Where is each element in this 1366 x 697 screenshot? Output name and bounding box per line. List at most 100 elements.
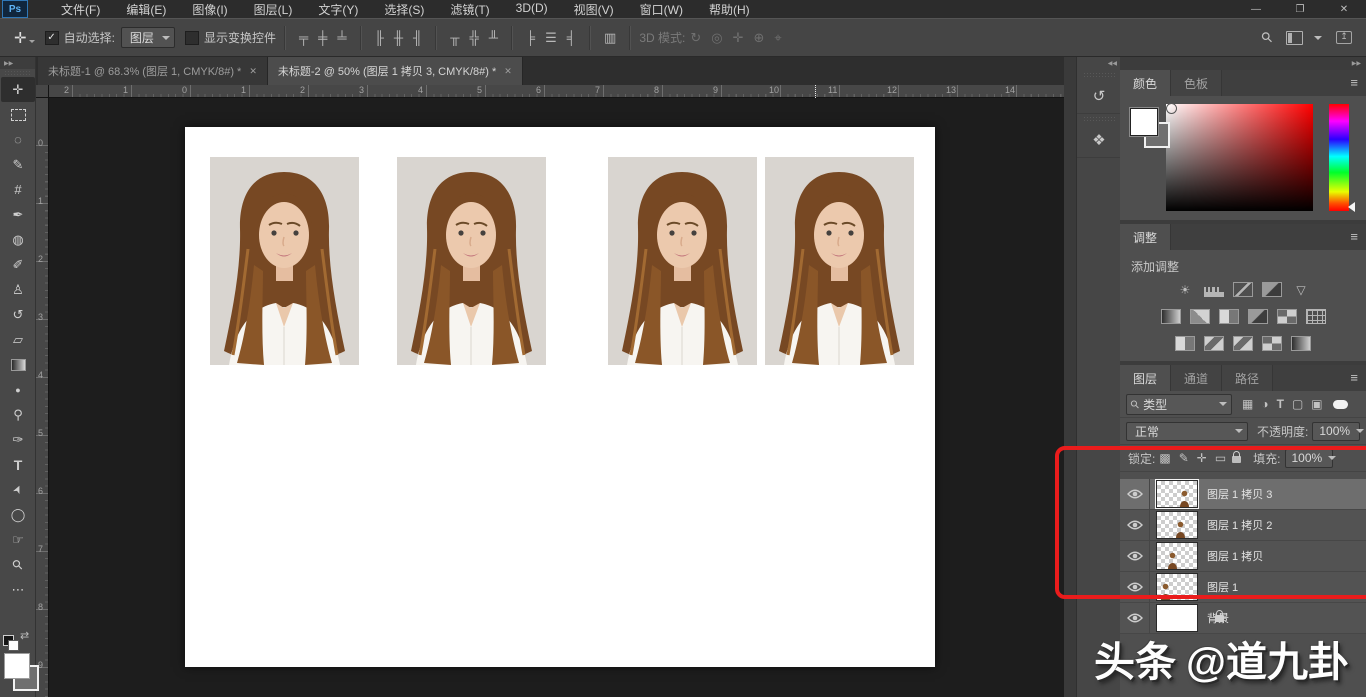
show-transform-checkbox[interactable] [185,31,199,45]
swap-colors-icon[interactable]: ⇄ [20,629,29,642]
foreground-color-swatch[interactable] [4,653,30,679]
collapse-panels-icon[interactable]: ▶▶ [1120,57,1366,70]
layer-row-copy-3[interactable]: 图层 1 拷贝 3 [1120,479,1366,510]
type-tool[interactable]: T [1,452,35,477]
foreground-color-swatch[interactable] [1130,108,1158,136]
hue-slider-arrow[interactable] [1348,202,1355,212]
properties-panel-button[interactable]: ❖ [1077,123,1121,158]
blur-tool[interactable]: ● [1,377,35,402]
align-top-edges-icon[interactable]: ╤ [294,31,313,44]
close-icon[interactable]: ✕ [504,66,512,77]
posterize-icon[interactable] [1204,336,1224,351]
distribute-right-icon[interactable]: ╡ [562,31,581,44]
filter-adjustment-layers-icon[interactable]: ◑ [1261,397,1268,411]
document-tab-1[interactable]: 未标题-1 @ 68.3% (图层 1, CMYK/8#) * ✕ [38,57,268,85]
brightness-contrast-icon[interactable]: ☀ [1175,282,1195,297]
menu-select[interactable]: 选择(S) [371,0,437,19]
lock-image-pixels-icon[interactable]: ✎ [1179,451,1189,465]
hand-tool[interactable]: ☞ [1,527,35,552]
distribute-top-icon[interactable]: ╥ [445,31,464,44]
distribute-left-icon[interactable]: ╞ [521,31,540,44]
visibility-toggle[interactable] [1120,510,1150,541]
menu-image[interactable]: 图像(I) [179,0,240,19]
layer-row-copy[interactable]: 图层 1 拷贝 [1120,541,1366,572]
toolbar-collapse-icon[interactable]: ▶▶ [0,57,35,69]
restore-button[interactable]: ❐ [1278,0,1322,18]
lock-artboard-icon[interactable]: ▭ [1215,451,1226,465]
horizontal-ruler[interactable]: 2 1 0 1 2 3 4 5 6 7 8 9 10 11 12 13 14 [36,85,1064,98]
channel-mixer-icon[interactable] [1277,309,1297,324]
layer-name[interactable]: 图层 1 拷贝 3 [1207,486,1272,502]
visibility-toggle[interactable] [1120,479,1150,510]
panel-menu-icon[interactable]: ≡ [1350,229,1358,244]
align-right-edges-icon[interactable]: ╢ [408,31,427,44]
panel-menu-icon[interactable]: ≡ [1350,75,1358,90]
close-button[interactable]: ✕ [1322,0,1366,18]
layer-row-1[interactable]: 图层 1 [1120,572,1366,603]
distribute-spacing-icon[interactable]: ▥ [599,31,621,44]
eraser-tool[interactable]: ▱ [1,327,35,352]
menu-edit[interactable]: 编辑(E) [113,0,179,19]
portrait-photo-1[interactable] [210,157,359,365]
dodge-tool[interactable]: ⚲ [1,402,35,427]
color-field-indicator[interactable] [1166,103,1177,114]
opacity-field[interactable]: 100% [1312,422,1360,441]
layer-thumbnail[interactable] [1156,573,1198,601]
distribute-vertical-centers-icon[interactable]: ╬ [464,31,483,44]
align-bottom-edges-icon[interactable]: ╧ [332,31,351,44]
marquee-tool[interactable] [1,102,35,127]
shape-tool[interactable]: ◯ [1,502,35,527]
align-left-edges-icon[interactable]: ╟ [370,31,389,44]
layer-thumbnail[interactable] [1156,511,1198,539]
move-tool[interactable]: ✛ [1,77,35,102]
fill-field[interactable]: 100% [1285,449,1333,468]
layer-name[interactable]: 图层 1 拷贝 [1207,548,1263,564]
filter-pixel-layers-icon[interactable]: ▦ [1242,397,1253,411]
eyedropper-tool[interactable]: ✒ [1,202,35,227]
tab-channels[interactable]: 通道 [1171,365,1222,391]
vibrance-icon[interactable]: ▽ [1291,282,1311,297]
pen-tool[interactable]: ✑ [1,427,35,452]
menu-view[interactable]: 视图(V) [561,0,627,19]
tab-layers[interactable]: 图层 [1120,365,1171,391]
filter-shape-layers-icon[interactable]: ▢ [1292,397,1303,411]
document-tab-2[interactable]: 未标题-2 @ 50% (图层 1 拷贝 3, CMYK/8#) * ✕ [268,57,523,85]
vertical-ruler[interactable]: 0 1 2 3 4 5 6 7 8 9 [36,98,49,697]
brush-tool[interactable]: ✐ [1,252,35,277]
layer-row-copy-2[interactable]: 图层 1 拷贝 2 [1120,510,1366,541]
menu-layer[interactable]: 图层(L) [241,0,306,19]
gradient-tool[interactable] [1,352,35,377]
align-horizontal-centers-icon[interactable]: ╫ [389,31,408,44]
default-swap-colors[interactable]: ⇄ [3,631,33,649]
tab-color[interactable]: 颜色 [1120,70,1171,96]
exposure-icon[interactable] [1262,282,1282,297]
layer-name[interactable]: 图层 1 [1207,579,1238,595]
distribute-horizontal-centers-icon[interactable]: ☰ [540,31,562,44]
minimize-button[interactable]: — [1234,0,1278,18]
expand-panels-icon[interactable]: ◀◀ [1077,57,1121,70]
visibility-toggle[interactable] [1120,541,1150,572]
portrait-photo-2[interactable] [397,157,546,365]
portrait-photo-4[interactable] [765,157,914,365]
auto-select-checkbox[interactable]: ✓ [45,31,59,45]
align-vertical-centers-icon[interactable]: ╪ [313,31,332,44]
dock-grip[interactable] [1083,72,1115,77]
filter-type-layers-icon[interactable]: T [1277,397,1284,411]
selective-color-icon[interactable] [1262,336,1282,351]
tab-paths[interactable]: 路径 [1222,365,1273,391]
lock-transparent-pixels-icon[interactable]: ▩ [1159,451,1170,465]
blend-mode-dropdown[interactable]: 正常 [1126,422,1248,441]
path-selection-tool[interactable]: ➤ [1,477,35,502]
filter-smart-objects-icon[interactable]: ▣ [1311,397,1322,411]
search-icon[interactable]: ⚲ [1257,28,1276,47]
menu-window[interactable]: 窗口(W) [627,0,696,19]
photo-filter-icon[interactable] [1248,309,1268,324]
history-brush-tool[interactable]: ↺ [1,302,35,327]
menu-type[interactable]: 文字(Y) [305,0,371,19]
clone-stamp-tool[interactable]: ♙ [1,277,35,302]
ruler-origin-corner[interactable] [36,85,49,98]
panel-menu-icon[interactable]: ≡ [1350,370,1358,385]
color-balance-icon[interactable] [1190,309,1210,324]
curves-icon[interactable] [1233,282,1253,297]
default-colors-icon[interactable] [8,640,19,651]
